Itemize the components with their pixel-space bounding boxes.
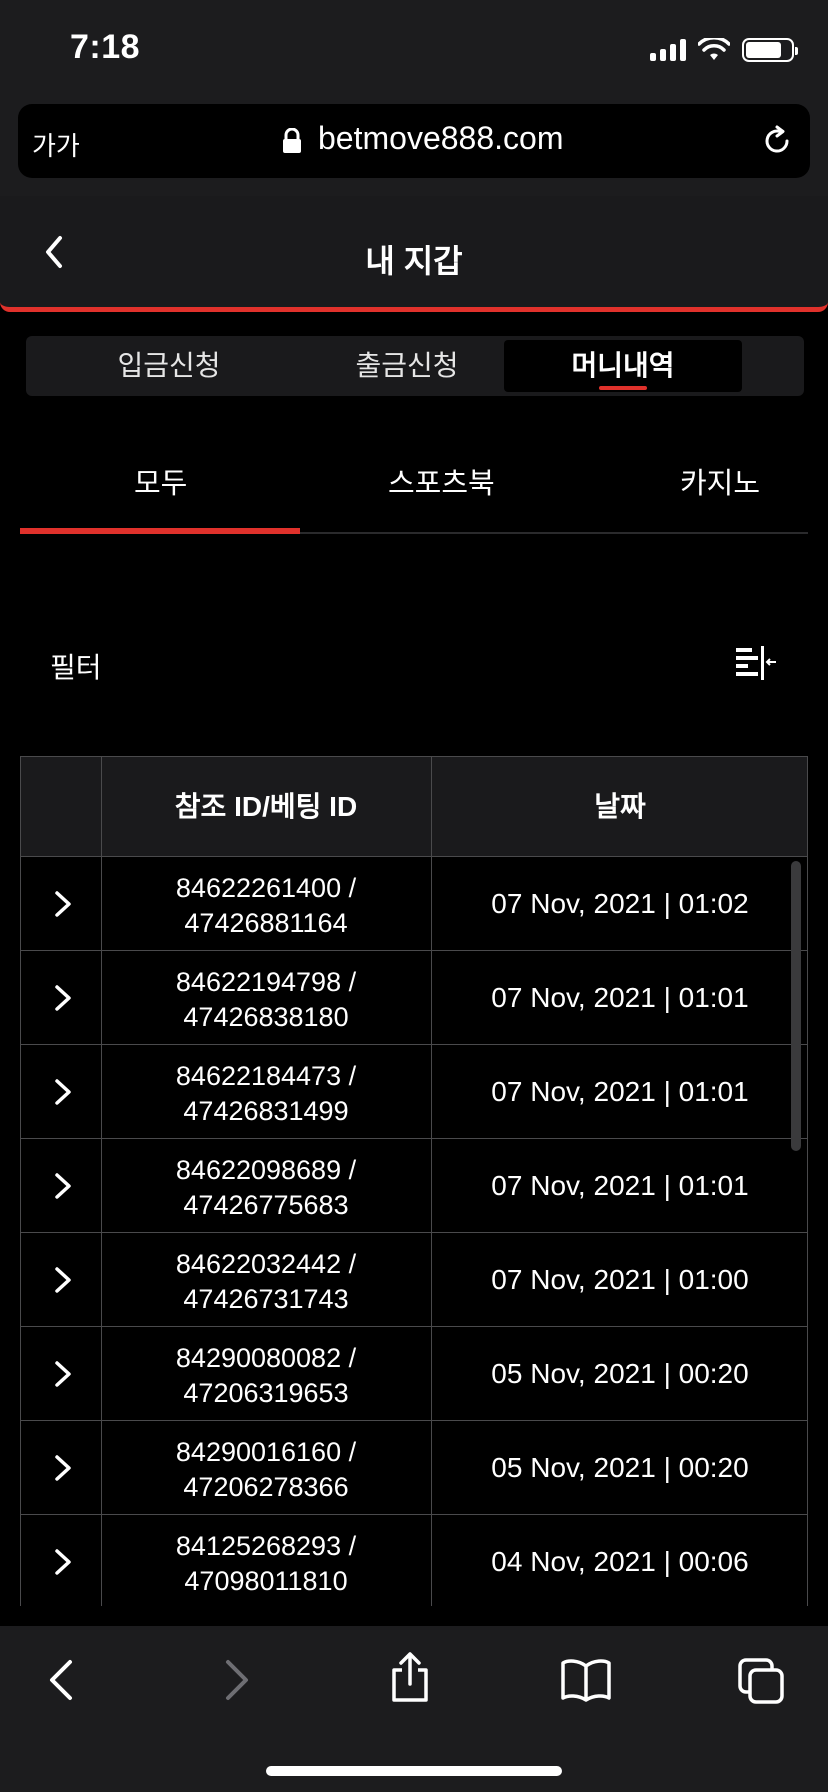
ref-id: 84622194798 / <box>175 967 357 997</box>
expand-chevron-icon[interactable] <box>51 1171 75 1201</box>
subtab-casino[interactable]: 카지노 <box>680 460 760 502</box>
row-date: 07 Nov, 2021 | 01:00 <box>491 1264 749 1295</box>
bookmarks-icon[interactable] <box>560 1656 612 1702</box>
ref-id: 84622098689 / <box>175 1155 357 1185</box>
subtab-sportsbook[interactable]: 스포츠북 <box>388 460 495 502</box>
lock-icon <box>283 128 301 153</box>
ref-bet-id: 84290016160 / 47206278366 <box>101 1435 431 1505</box>
ref-bet-id: 84622098689 / 47426775683 <box>101 1153 431 1223</box>
ref-bet-id: 84622184473 / 47426831499 <box>101 1059 431 1129</box>
wallet-tabs: 입금신청 출금신청 머니내역 <box>26 336 804 396</box>
browser-back-icon[interactable] <box>44 1656 80 1704</box>
table-header: 참조 ID/베팅 ID 날짜 <box>21 757 807 857</box>
row-date: 05 Nov, 2021 | 00:20 <box>491 1358 749 1389</box>
column-divider <box>101 757 102 1606</box>
ref-id: 84290080082 / <box>175 1343 357 1373</box>
bet-id: 47426881164 <box>184 908 348 938</box>
table-row[interactable]: 84290080082 / 47206319653 05 Nov, 2021 | 0… <box>21 1327 807 1421</box>
row-date: 05 Nov, 2021 | 00:20 <box>491 1452 749 1483</box>
browser-toolbar <box>0 1626 828 1792</box>
reload-icon[interactable] <box>760 124 794 158</box>
row-date: 04 Nov, 2021 | 00:06 <box>491 1546 749 1577</box>
wifi-icon <box>698 38 730 60</box>
bet-id: 47426775683 <box>183 1190 349 1220</box>
expand-chevron-icon[interactable] <box>51 1077 75 1107</box>
page-title: 내 지갑 <box>365 243 463 279</box>
row-date: 07 Nov, 2021 | 01:01 <box>491 982 749 1013</box>
tab-deposit-request[interactable]: 입금신청 <box>50 340 288 392</box>
app-header: 내 지갑 <box>0 196 828 312</box>
filter-icon[interactable] <box>734 644 778 684</box>
url-text[interactable]: betmove888.com <box>318 120 563 157</box>
ref-bet-id: 84290080082 / 47206319653 <box>101 1341 431 1411</box>
status-icons <box>650 38 798 62</box>
filter-label[interactable]: 필터 <box>50 646 102 686</box>
column-header-ref-id: 참조 ID/베팅 ID <box>174 791 358 822</box>
table-row[interactable]: 84622032442 / 47426731743 07 Nov, 2021 | 0… <box>21 1233 807 1327</box>
cellular-signal-icon <box>650 39 686 61</box>
tabs-icon[interactable] <box>736 1656 786 1706</box>
expand-chevron-icon[interactable] <box>51 1453 75 1483</box>
column-header-date: 날짜 <box>594 791 646 822</box>
history-subtabs: 모두 스포츠북 카지노 <box>20 430 808 534</box>
ref-id: 84125268293 / <box>175 1531 357 1561</box>
table-row[interactable]: 84125268293 / 47098011810 04 Nov, 2021 | 0… <box>21 1515 807 1606</box>
bet-id: 47426838180 <box>183 1002 349 1032</box>
table-row[interactable]: 84290016160 / 47206278366 05 Nov, 2021 | 0… <box>21 1421 807 1515</box>
share-icon[interactable] <box>388 1650 432 1704</box>
ref-bet-id: 84125268293 / 47098011810 <box>101 1529 431 1599</box>
ref-id: 84622184473 / <box>175 1061 357 1091</box>
table-row[interactable]: 84622098689 / 47426775683 07 Nov, 2021 | 0… <box>21 1139 807 1233</box>
subtab-all[interactable]: 모두 <box>134 460 187 502</box>
status-bar: 7:18 <box>0 0 828 96</box>
table-row[interactable]: 84622261400 / 47426881164 07 Nov, 2021 | 0… <box>21 857 807 951</box>
row-date: 07 Nov, 2021 | 01:01 <box>491 1170 749 1201</box>
tab-money-history[interactable]: 머니내역 <box>504 340 742 392</box>
reader-text-size-button[interactable]: 가가 <box>32 126 80 163</box>
browser-forward-icon[interactable] <box>218 1656 254 1704</box>
expand-chevron-icon[interactable] <box>51 1359 75 1389</box>
bet-id: 47426731743 <box>183 1284 349 1314</box>
browser-address-area: 가가 betmove888.com <box>0 96 828 196</box>
table-row[interactable]: 84622184473 / 47426831499 07 Nov, 2021 | 0… <box>21 1045 807 1139</box>
column-divider <box>431 757 432 1606</box>
ref-id: 84290016160 / <box>175 1437 357 1467</box>
bet-id: 47426831499 <box>183 1096 349 1126</box>
ref-bet-id: 84622194798 / 47426838180 <box>101 965 431 1035</box>
expand-chevron-icon[interactable] <box>51 889 75 919</box>
bet-id: 47206319653 <box>183 1378 349 1408</box>
status-time: 7:18 <box>70 28 141 66</box>
ref-id: 84622032442 / <box>175 1249 357 1279</box>
expand-chevron-icon[interactable] <box>51 983 75 1013</box>
row-date: 07 Nov, 2021 | 01:02 <box>491 888 749 919</box>
tab-withdraw-request[interactable]: 출금신청 <box>288 340 526 392</box>
home-indicator <box>266 1766 562 1776</box>
expand-chevron-icon[interactable] <box>51 1547 75 1577</box>
ref-id: 84622261400 / <box>175 873 357 903</box>
history-table: 참조 ID/베팅 ID 날짜 84622261400 / 47426881164 0… <box>20 756 808 1606</box>
row-date: 07 Nov, 2021 | 01:01 <box>491 1076 749 1107</box>
table-row[interactable]: 84622194798 / 47426838180 07 Nov, 2021 | 0… <box>21 951 807 1045</box>
address-bar[interactable]: 가가 betmove888.com <box>18 104 810 178</box>
ref-bet-id: 84622032442 / 47426731743 <box>101 1247 431 1317</box>
expand-chevron-icon[interactable] <box>51 1265 75 1295</box>
battery-icon <box>742 38 798 62</box>
ref-bet-id: 84622261400 / 47426881164 <box>101 871 431 941</box>
bet-id: 47206278366 <box>183 1472 349 1502</box>
table-scrollbar[interactable] <box>791 861 801 1151</box>
active-subtab-indicator <box>20 528 300 534</box>
bet-id: 47098011810 <box>184 1566 348 1596</box>
